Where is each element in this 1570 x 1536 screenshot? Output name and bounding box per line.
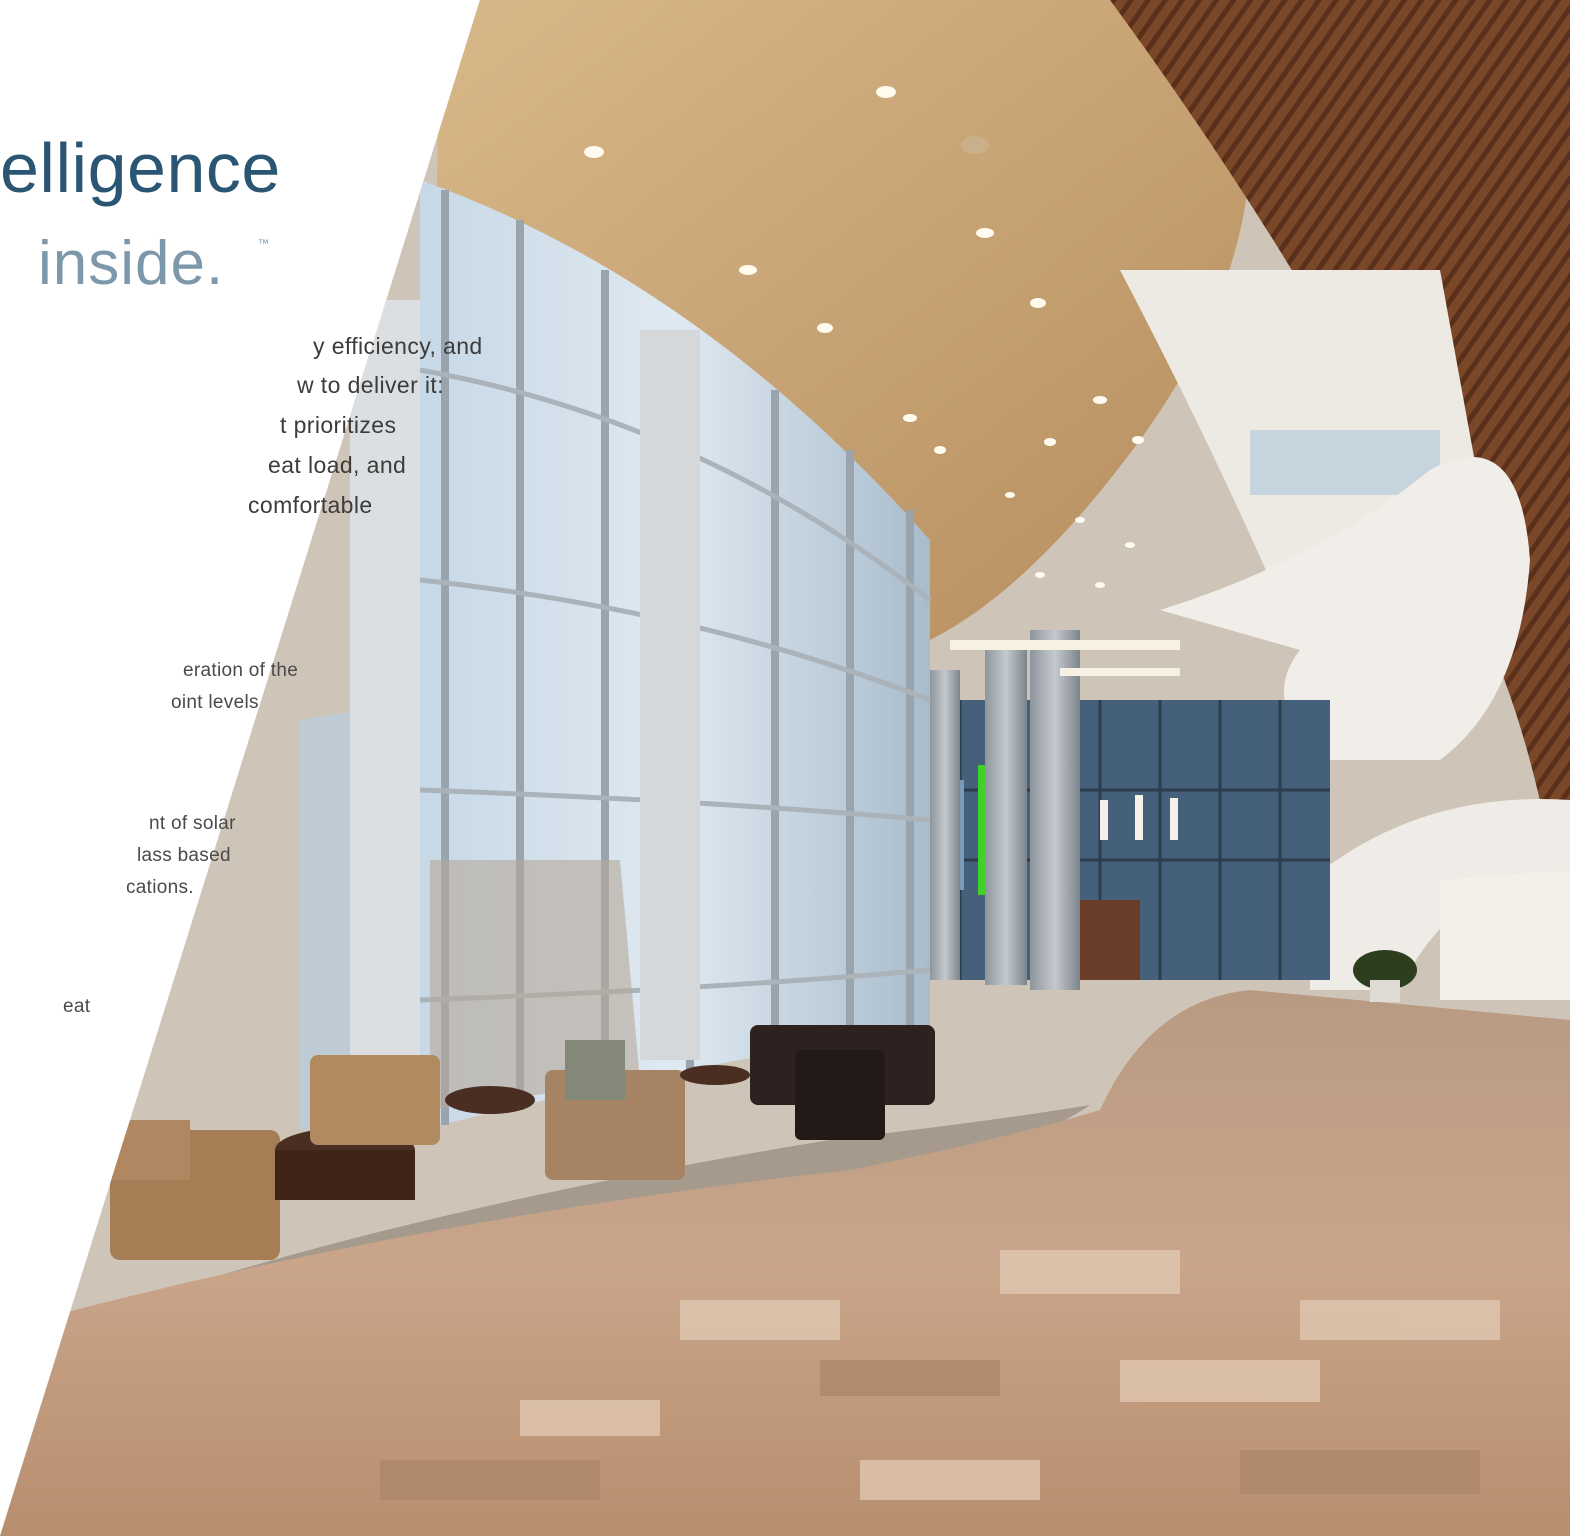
intro-line-3: t prioritizes [280, 412, 397, 438]
headline-line-1: elligence [0, 129, 281, 207]
headline-line-2: inside. [38, 229, 225, 298]
feature-2-line-1: nt of solar [149, 813, 236, 834]
feature-2-line-3: cations. [126, 877, 194, 898]
intro-line-5: comfortable [248, 492, 373, 518]
atrium-lobby-photo [0, 0, 1570, 1536]
intro-line-1: y efficiency, and [313, 333, 483, 359]
feature-3-line-1: eat [63, 996, 91, 1017]
feature-1-line-1: eration of the [183, 660, 299, 681]
feature-1-line-2: oint levels [171, 692, 259, 713]
intro-line-2: w to deliver it: [297, 372, 445, 398]
trademark-symbol: ™ [258, 238, 269, 250]
brochure-page: elligence inside. ™ y efficiency, and w … [0, 0, 1570, 1536]
feature-2-line-2: lass based [137, 845, 231, 866]
intro-line-4: eat load, and [268, 452, 407, 478]
